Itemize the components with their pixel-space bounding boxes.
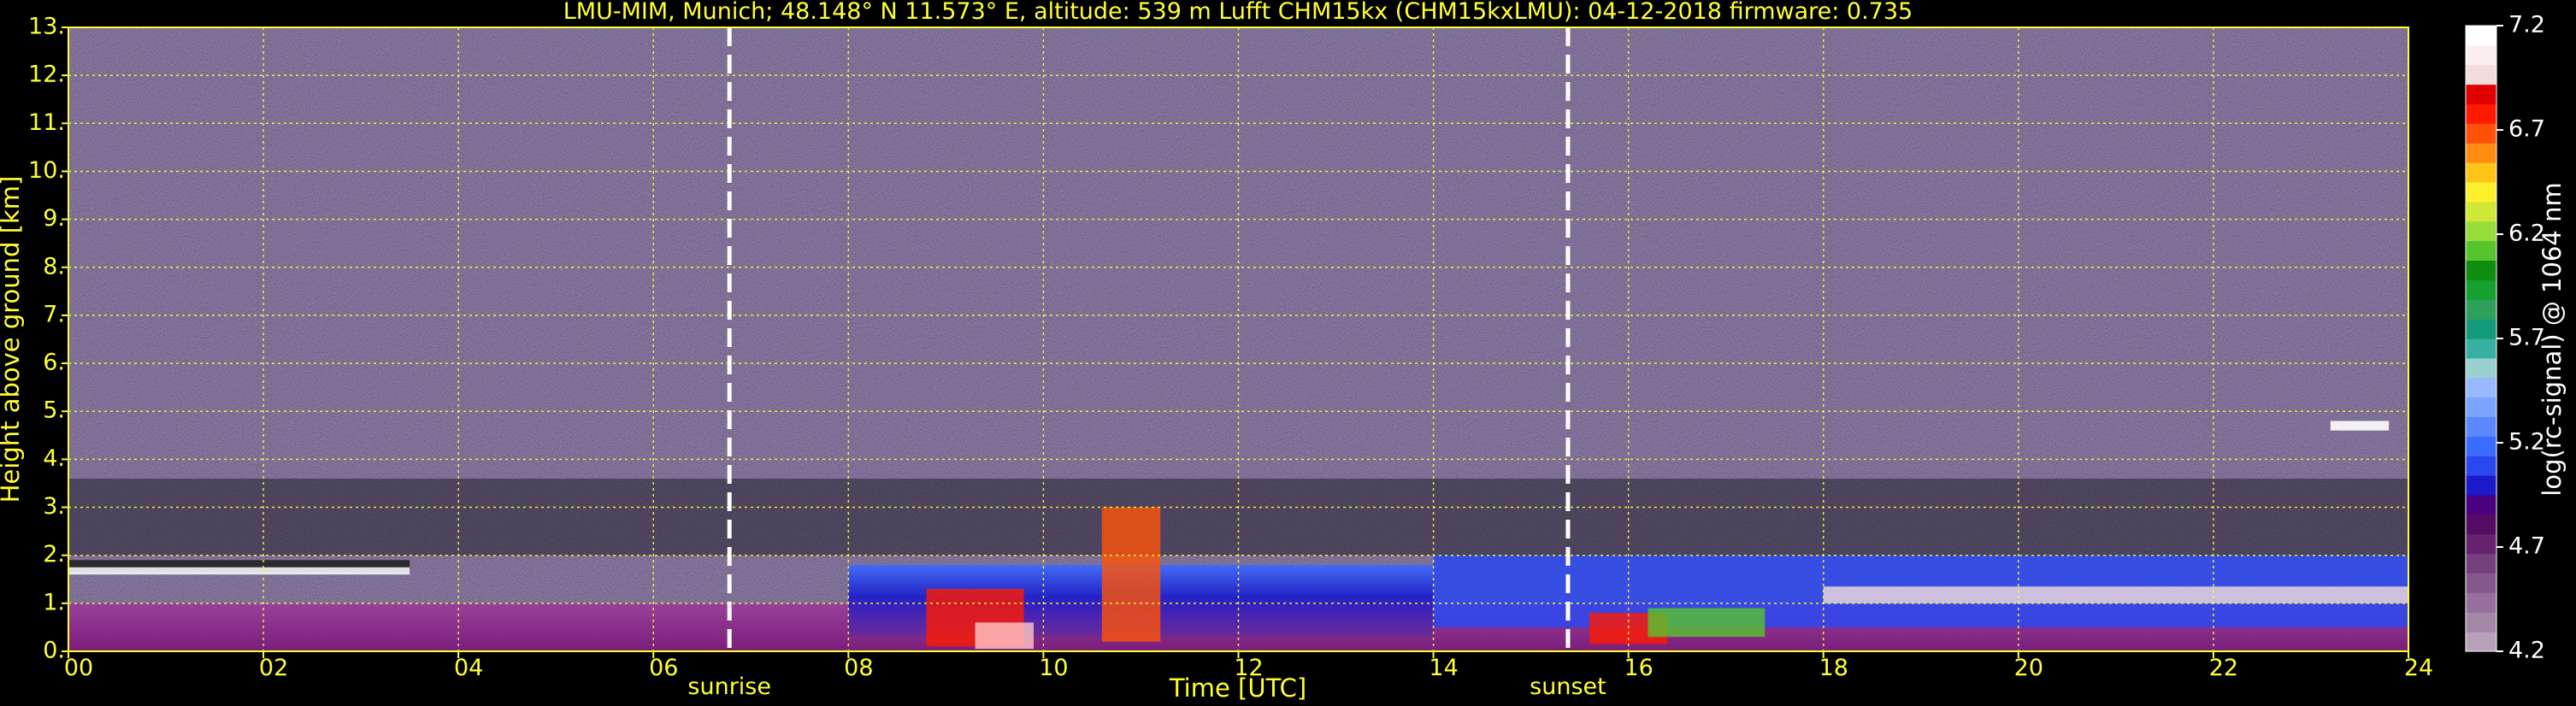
y-tick-label: 13. [28,14,65,40]
colorbar-segment [2466,377,2496,398]
colorbar-segment [2466,84,2496,104]
colorbar-segment [2466,260,2496,280]
x-tick-label: 22 [2209,655,2238,681]
colorbar-segment [2466,592,2496,613]
colorbar-segment [2466,338,2496,359]
y-tick-label: 10. [28,157,65,184]
x-tick-label: 14 [1429,655,1458,681]
colorbar [2465,25,2497,652]
colorbar-tick-label: 4.7 [2508,533,2545,560]
x-axis-title: Time [UTC] [1169,674,1306,703]
x-tick-label: 16 [1624,655,1653,681]
colorbar-segment [2466,514,2496,535]
marker-label-sunrise: sunrise [687,674,771,700]
plot-area: sunrise sunset [68,26,2409,700]
layer-elevated-layer [2330,421,2390,431]
y-tick-label: 12. [28,62,65,88]
signal-patch [1101,507,1161,642]
colorbar-segment [2466,299,2496,320]
ceilometer-chart: sunrise sunset 0. 1. 2. 3. 4. 5. 6. 7. 8. 9. 10. 11.… [0,0,2567,703]
signal-patch [1823,586,2408,603]
colorbar-segment [2466,182,2496,203]
signal-patch [975,622,1035,650]
colorbar-segment [2466,26,2496,46]
y-tick-label: 9. [43,205,65,232]
colorbar-segment [2466,573,2496,593]
y-tick-label: 6. [43,350,65,376]
colorbar-segment [2466,221,2496,242]
x-tick-label: 04 [454,655,483,681]
colorbar-segment [2466,64,2496,85]
colorbar-segment [2466,612,2496,632]
colorbar-segment [2466,162,2496,183]
colorbar-title: log(rc-signal) @ 1064 nm [2538,182,2567,496]
y-axis-ticks: 0. 1. 2. 3. 4. 5. 6. 7. 8. 9. 10. 11. 12. 13. [28,14,68,664]
colorbar-segment [2466,632,2496,652]
y-tick-label: 5. [43,397,65,424]
chart-title: LMU-MIM, Munich; 48.148° N 11.573° E, al… [563,0,1913,25]
y-tick-label: 11. [28,109,65,136]
x-tick-label: 18 [1819,655,1848,681]
colorbar-segment [2466,553,2496,574]
x-tick-label: 06 [649,655,678,681]
y-tick-label: 7. [43,301,65,327]
colorbar-segment [2466,436,2496,456]
colorbar-segment [2466,533,2496,555]
colorbar-tick-label: 4.2 [2508,638,2545,664]
colorbar-segment [2466,143,2496,163]
y-tick-label: 2. [43,541,65,568]
x-tick-label: 10 [1039,655,1068,681]
colorbar-segment [2466,456,2496,476]
colorbar-segment [2466,397,2496,417]
x-tick-label: 00 [64,655,93,681]
y-tick-label: 0. [43,638,65,664]
colorbar-segment [2466,475,2496,496]
y-tick-label: 4. [43,445,65,472]
colorbar-segment [2466,495,2496,515]
x-tick-label: 24 [2404,655,2433,681]
colorbar-segment [2466,279,2496,300]
colorbar-segment [2466,103,2496,124]
layer-cloud-band [68,567,410,575]
colorbar-tick-label: 7.2 [2508,12,2545,38]
colorbar-segment [2466,201,2496,222]
colorbar-segment [2466,44,2496,66]
colorbar-segment [2466,123,2496,144]
x-tick-label: 02 [259,655,288,681]
colorbar-segment [2466,319,2496,339]
marker-label-sunset: sunset [1530,674,1606,700]
x-tick-label: 08 [844,655,873,681]
y-tick-label: 3. [43,493,65,520]
colorbar-segment [2466,357,2496,379]
colorbar-segment [2466,416,2496,437]
colorbar-segment [2466,240,2496,261]
colorbar-tick-label: 6.7 [2508,116,2545,143]
signal-patch [1648,608,1765,638]
x-tick-label: 20 [2014,655,2043,681]
y-tick-label: 1. [43,589,65,615]
y-tick-label: 8. [43,253,65,279]
y-axis-title: Height above ground [km] [0,176,25,503]
